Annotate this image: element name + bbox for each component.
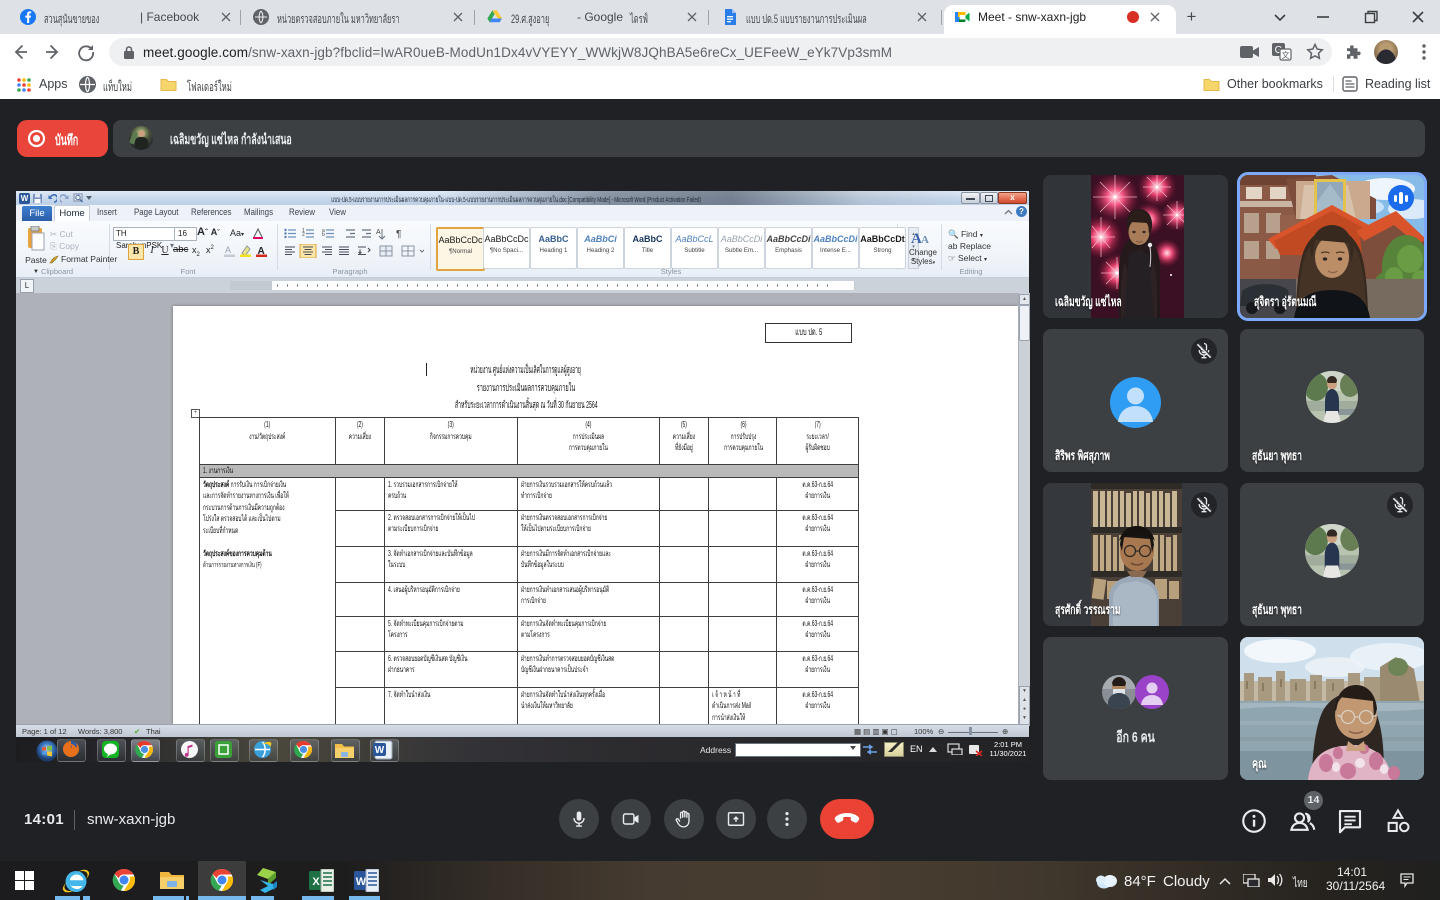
svg-text:A: A	[225, 245, 231, 255]
svg-text:文: 文	[1282, 50, 1290, 60]
svg-text:A: A	[376, 229, 381, 236]
svg-text:2: 2	[302, 232, 305, 238]
svg-text:¶: ¶	[396, 229, 401, 240]
svg-text:X: X	[312, 876, 320, 888]
svg-text:W: W	[356, 876, 367, 888]
svg-text:b: b	[322, 232, 325, 238]
svg-text:W: W	[375, 745, 385, 756]
svg-text:A: A	[921, 234, 929, 246]
